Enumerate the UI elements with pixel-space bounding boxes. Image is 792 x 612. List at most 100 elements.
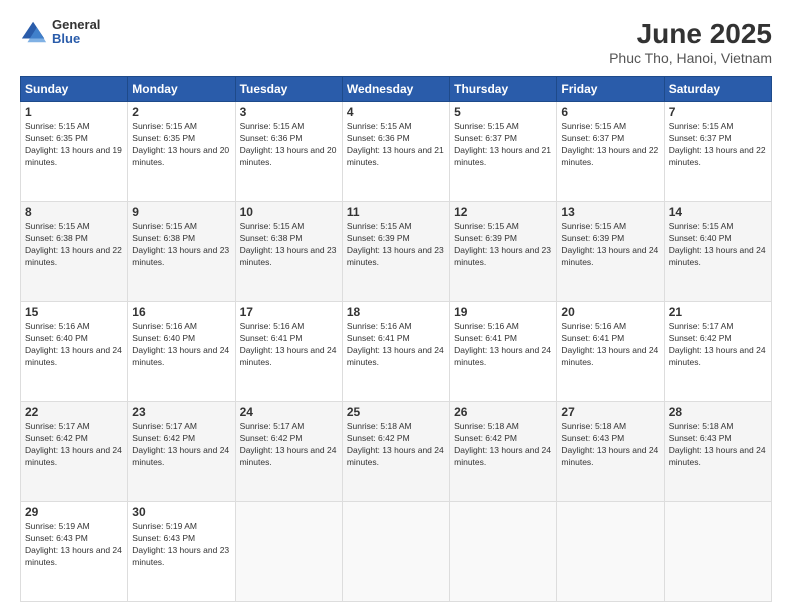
day-number: 5 — [454, 105, 552, 119]
logo-text: General Blue — [52, 18, 100, 47]
day-info: Sunrise: 5:15 AMSunset: 6:36 PMDaylight:… — [240, 121, 338, 169]
header-wednesday: Wednesday — [342, 77, 449, 102]
calendar-day-30: 30 Sunrise: 5:19 AMSunset: 6:43 PMDaylig… — [128, 502, 235, 602]
day-info: Sunrise: 5:15 AMSunset: 6:39 PMDaylight:… — [347, 221, 445, 269]
calendar-day-7: 7 Sunrise: 5:15 AMSunset: 6:37 PMDayligh… — [664, 102, 771, 202]
day-info: Sunrise: 5:15 AMSunset: 6:39 PMDaylight:… — [561, 221, 659, 269]
calendar-day-5: 5 Sunrise: 5:15 AMSunset: 6:37 PMDayligh… — [450, 102, 557, 202]
calendar-day-29: 29 Sunrise: 5:19 AMSunset: 6:43 PMDaylig… — [21, 502, 128, 602]
day-info: Sunrise: 5:15 AMSunset: 6:35 PMDaylight:… — [132, 121, 230, 169]
day-number: 22 — [25, 405, 123, 419]
empty-cell — [557, 502, 664, 602]
calendar-week-3: 15 Sunrise: 5:16 AMSunset: 6:40 PMDaylig… — [21, 302, 772, 402]
day-number: 26 — [454, 405, 552, 419]
day-number: 6 — [561, 105, 659, 119]
day-info: Sunrise: 5:18 AMSunset: 6:43 PMDaylight:… — [561, 421, 659, 469]
weekday-header-row: Sunday Monday Tuesday Wednesday Thursday… — [21, 77, 772, 102]
day-number: 13 — [561, 205, 659, 219]
day-info: Sunrise: 5:15 AMSunset: 6:35 PMDaylight:… — [25, 121, 123, 169]
calendar-day-12: 12 Sunrise: 5:15 AMSunset: 6:39 PMDaylig… — [450, 202, 557, 302]
logo-general: General — [52, 18, 100, 32]
day-number: 4 — [347, 105, 445, 119]
day-number: 14 — [669, 205, 767, 219]
header: General Blue June 2025 Phuc Tho, Hanoi, … — [20, 18, 772, 66]
calendar-day-17: 17 Sunrise: 5:16 AMSunset: 6:41 PMDaylig… — [235, 302, 342, 402]
logo: General Blue — [20, 18, 100, 47]
calendar-day-10: 10 Sunrise: 5:15 AMSunset: 6:38 PMDaylig… — [235, 202, 342, 302]
calendar-day-16: 16 Sunrise: 5:16 AMSunset: 6:40 PMDaylig… — [128, 302, 235, 402]
calendar-day-15: 15 Sunrise: 5:16 AMSunset: 6:40 PMDaylig… — [21, 302, 128, 402]
day-number: 2 — [132, 105, 230, 119]
day-info: Sunrise: 5:17 AMSunset: 6:42 PMDaylight:… — [669, 321, 767, 369]
day-number: 21 — [669, 305, 767, 319]
title-block: June 2025 Phuc Tho, Hanoi, Vietnam — [609, 18, 772, 66]
calendar-day-28: 28 Sunrise: 5:18 AMSunset: 6:43 PMDaylig… — [664, 402, 771, 502]
calendar-day-8: 8 Sunrise: 5:15 AMSunset: 6:38 PMDayligh… — [21, 202, 128, 302]
day-number: 10 — [240, 205, 338, 219]
calendar-day-14: 14 Sunrise: 5:15 AMSunset: 6:40 PMDaylig… — [664, 202, 771, 302]
calendar-day-25: 25 Sunrise: 5:18 AMSunset: 6:42 PMDaylig… — [342, 402, 449, 502]
day-number: 11 — [347, 205, 445, 219]
day-info: Sunrise: 5:18 AMSunset: 6:43 PMDaylight:… — [669, 421, 767, 469]
day-info: Sunrise: 5:15 AMSunset: 6:36 PMDaylight:… — [347, 121, 445, 169]
day-number: 9 — [132, 205, 230, 219]
logo-icon — [20, 18, 48, 46]
calendar-day-20: 20 Sunrise: 5:16 AMSunset: 6:41 PMDaylig… — [557, 302, 664, 402]
day-number: 30 — [132, 505, 230, 519]
day-info: Sunrise: 5:15 AMSunset: 6:39 PMDaylight:… — [454, 221, 552, 269]
day-info: Sunrise: 5:19 AMSunset: 6:43 PMDaylight:… — [132, 521, 230, 569]
calendar-day-24: 24 Sunrise: 5:17 AMSunset: 6:42 PMDaylig… — [235, 402, 342, 502]
calendar-day-19: 19 Sunrise: 5:16 AMSunset: 6:41 PMDaylig… — [450, 302, 557, 402]
calendar-day-26: 26 Sunrise: 5:18 AMSunset: 6:42 PMDaylig… — [450, 402, 557, 502]
day-number: 12 — [454, 205, 552, 219]
calendar-day-2: 2 Sunrise: 5:15 AMSunset: 6:35 PMDayligh… — [128, 102, 235, 202]
day-info: Sunrise: 5:19 AMSunset: 6:43 PMDaylight:… — [25, 521, 123, 569]
day-number: 18 — [347, 305, 445, 319]
day-number: 25 — [347, 405, 445, 419]
day-number: 7 — [669, 105, 767, 119]
day-info: Sunrise: 5:17 AMSunset: 6:42 PMDaylight:… — [25, 421, 123, 469]
day-number: 1 — [25, 105, 123, 119]
calendar-day-1: 1 Sunrise: 5:15 AMSunset: 6:35 PMDayligh… — [21, 102, 128, 202]
calendar-day-27: 27 Sunrise: 5:18 AMSunset: 6:43 PMDaylig… — [557, 402, 664, 502]
header-monday: Monday — [128, 77, 235, 102]
day-number: 15 — [25, 305, 123, 319]
day-number: 19 — [454, 305, 552, 319]
day-info: Sunrise: 5:16 AMSunset: 6:40 PMDaylight:… — [132, 321, 230, 369]
calendar-week-4: 22 Sunrise: 5:17 AMSunset: 6:42 PMDaylig… — [21, 402, 772, 502]
day-info: Sunrise: 5:16 AMSunset: 6:40 PMDaylight:… — [25, 321, 123, 369]
day-number: 29 — [25, 505, 123, 519]
calendar-week-1: 1 Sunrise: 5:15 AMSunset: 6:35 PMDayligh… — [21, 102, 772, 202]
day-info: Sunrise: 5:16 AMSunset: 6:41 PMDaylight:… — [454, 321, 552, 369]
day-info: Sunrise: 5:16 AMSunset: 6:41 PMDaylight:… — [561, 321, 659, 369]
day-number: 24 — [240, 405, 338, 419]
header-friday: Friday — [557, 77, 664, 102]
calendar-week-2: 8 Sunrise: 5:15 AMSunset: 6:38 PMDayligh… — [21, 202, 772, 302]
logo-blue: Blue — [52, 32, 100, 46]
day-info: Sunrise: 5:15 AMSunset: 6:37 PMDaylight:… — [669, 121, 767, 169]
day-info: Sunrise: 5:18 AMSunset: 6:42 PMDaylight:… — [454, 421, 552, 469]
empty-cell — [664, 502, 771, 602]
header-sunday: Sunday — [21, 77, 128, 102]
header-thursday: Thursday — [450, 77, 557, 102]
day-number: 28 — [669, 405, 767, 419]
day-info: Sunrise: 5:15 AMSunset: 6:38 PMDaylight:… — [25, 221, 123, 269]
calendar-day-4: 4 Sunrise: 5:15 AMSunset: 6:36 PMDayligh… — [342, 102, 449, 202]
day-info: Sunrise: 5:15 AMSunset: 6:40 PMDaylight:… — [669, 221, 767, 269]
day-number: 8 — [25, 205, 123, 219]
calendar-day-13: 13 Sunrise: 5:15 AMSunset: 6:39 PMDaylig… — [557, 202, 664, 302]
day-info: Sunrise: 5:17 AMSunset: 6:42 PMDaylight:… — [132, 421, 230, 469]
day-info: Sunrise: 5:18 AMSunset: 6:42 PMDaylight:… — [347, 421, 445, 469]
header-saturday: Saturday — [664, 77, 771, 102]
day-number: 3 — [240, 105, 338, 119]
day-number: 16 — [132, 305, 230, 319]
day-info: Sunrise: 5:15 AMSunset: 6:37 PMDaylight:… — [561, 121, 659, 169]
day-info: Sunrise: 5:17 AMSunset: 6:42 PMDaylight:… — [240, 421, 338, 469]
day-info: Sunrise: 5:16 AMSunset: 6:41 PMDaylight:… — [240, 321, 338, 369]
day-number: 27 — [561, 405, 659, 419]
day-number: 23 — [132, 405, 230, 419]
day-info: Sunrise: 5:15 AMSunset: 6:38 PMDaylight:… — [132, 221, 230, 269]
calendar-day-6: 6 Sunrise: 5:15 AMSunset: 6:37 PMDayligh… — [557, 102, 664, 202]
header-tuesday: Tuesday — [235, 77, 342, 102]
calendar-day-11: 11 Sunrise: 5:15 AMSunset: 6:39 PMDaylig… — [342, 202, 449, 302]
